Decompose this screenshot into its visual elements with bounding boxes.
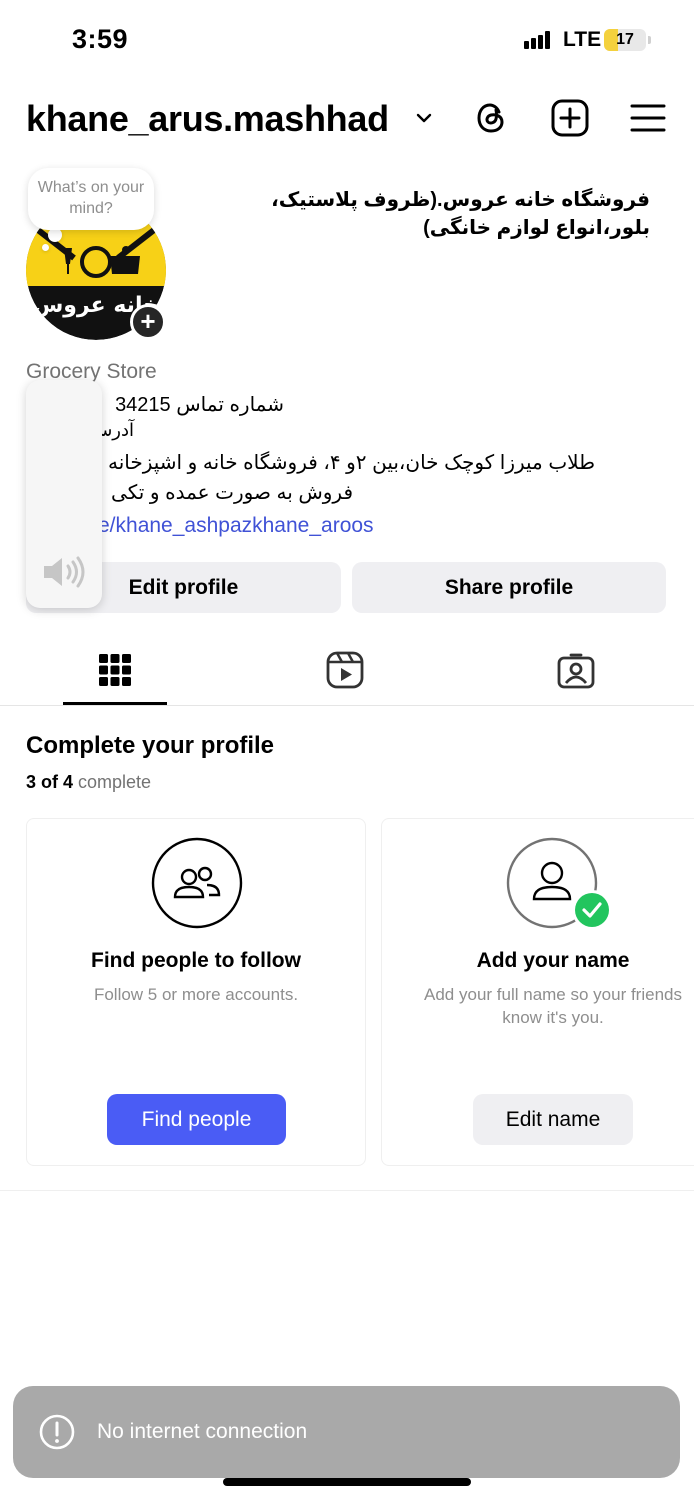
grid-icon[interactable] (95, 650, 135, 690)
volume-slider[interactable] (26, 380, 102, 608)
menu-icon[interactable] (628, 98, 668, 138)
battery-level: 17 (616, 31, 634, 48)
alert-icon (39, 1414, 75, 1450)
note-bubble[interactable]: What’s on your mind? (28, 168, 154, 230)
bio-link[interactable]: e/khane_ashpazkhane_aroos (98, 514, 374, 538)
display-name: فروشگاه خانه عروس.(ظروف پلاستیک، بلور،ان… (271, 189, 650, 239)
toast-notification: No internet connection (13, 1386, 680, 1478)
bio-address: طلاب میرزا کوچک خان،بین ۲و ۴، فروشگاه خا… (107, 452, 595, 474)
card-title: Add your name (476, 949, 630, 972)
speaker-icon (44, 556, 85, 588)
add-story-icon[interactable]: + (130, 304, 166, 340)
find-people-card: Find people to follow Follow 5 or more a… (26, 818, 366, 1166)
tagged-icon[interactable] (556, 650, 596, 690)
status-time: 3:59 (72, 24, 129, 54)
person-icon (506, 837, 612, 930)
edit-name-button[interactable]: Edit name (473, 1094, 633, 1145)
progress-suffix: complete (78, 772, 152, 792)
complete-profile-title: Complete your profile (26, 732, 275, 759)
status-bar: 3:59 LTE 17 (0, 0, 694, 80)
chevron-down-icon[interactable] (414, 108, 434, 128)
profile-tabs (0, 640, 694, 706)
battery-indicator: 17 (604, 29, 646, 51)
battery-tip (648, 36, 651, 44)
share-profile-button[interactable]: Share profile (352, 562, 666, 613)
profile-header: khane_arus.mashhad (0, 90, 694, 150)
bio-phone: شماره تماس 34215 (115, 394, 284, 416)
bio-sales: فروش به صورت عمده و تکی (111, 482, 353, 504)
network-type: LTE (563, 28, 602, 51)
complete-profile-progress: 3 of 4 complete (26, 772, 151, 793)
progress-count: 3 of 4 (26, 772, 74, 792)
signal-icon (524, 31, 550, 49)
create-icon[interactable] (550, 98, 590, 138)
card-subtitle: Follow 5 or more accounts. (93, 985, 299, 1004)
people-icon (151, 837, 243, 929)
find-people-button[interactable]: Find people (107, 1094, 286, 1145)
active-tab-indicator (63, 702, 167, 705)
section-divider (0, 1190, 694, 1191)
card-subtitle: Add your full name so your friends know … (424, 985, 682, 1027)
add-name-card: Add your name Add your full name so your… (381, 818, 694, 1166)
reels-icon[interactable] (325, 650, 365, 690)
note-bubble-tail (42, 244, 49, 251)
toast-message: No internet connection (97, 1420, 308, 1443)
threads-icon[interactable] (472, 98, 512, 138)
note-bubble-tail (48, 228, 62, 242)
home-indicator[interactable] (223, 1478, 471, 1486)
username[interactable]: khane_arus.mashhad (26, 98, 389, 140)
card-title: Find people to follow (91, 949, 301, 972)
check-icon (575, 893, 609, 927)
